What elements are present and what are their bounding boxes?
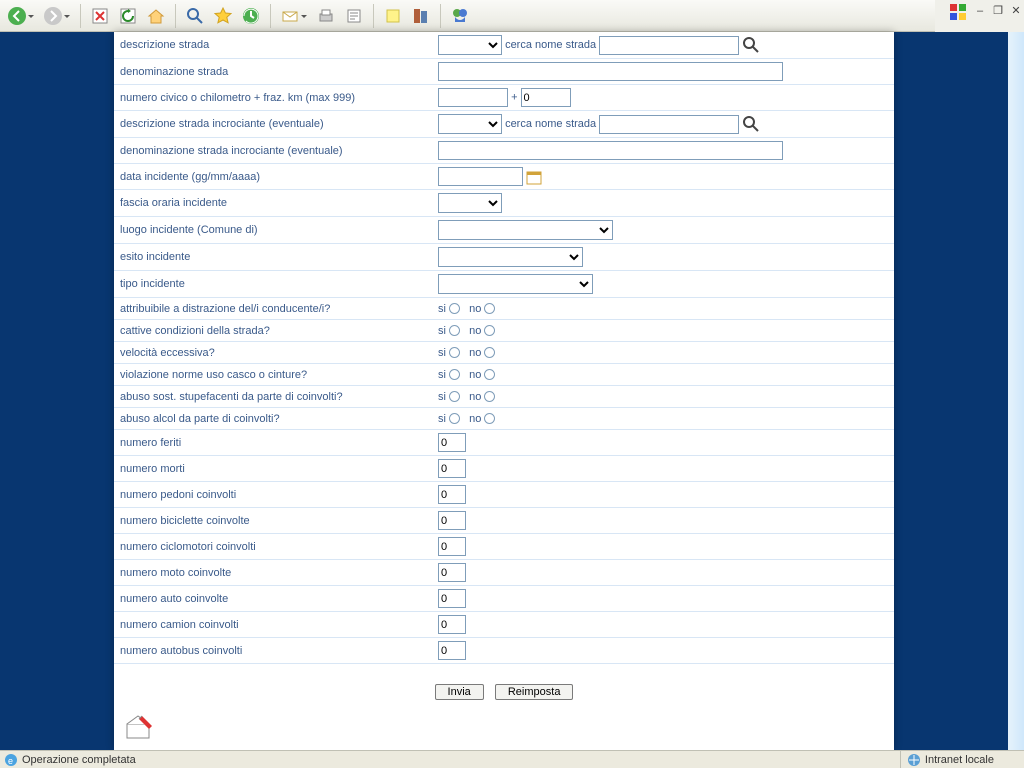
windows-flag-icon (948, 2, 968, 22)
input-n-auto[interactable] (438, 589, 466, 608)
restore-button[interactable]: ❐ (992, 6, 1004, 18)
label-n-morti: numero morti (114, 456, 434, 482)
input-fraz-km[interactable] (521, 88, 571, 107)
input-n-ciclo[interactable] (438, 537, 466, 556)
label-q-stupefacenti: abuso sost. stupefacenti da parte di coi… (114, 386, 434, 408)
content-sheet: descrizione strada cerca nome strada den… (114, 32, 894, 750)
status-bar: e Operazione completata Intranet locale (0, 750, 1024, 768)
input-numero-civico[interactable] (438, 88, 508, 107)
select-luogo-incidente[interactable] (438, 220, 613, 240)
input-n-autobus[interactable] (438, 641, 466, 660)
label-plus: + (511, 92, 520, 104)
note-button[interactable] (380, 3, 406, 29)
vertical-scrollbar[interactable] (1008, 32, 1024, 750)
label-n-moto: numero moto coinvolte (114, 560, 434, 586)
refresh-button[interactable] (115, 3, 141, 29)
page-background: descrizione strada cerca nome strada den… (0, 32, 1008, 750)
label-descr-incrociante: descrizione strada incrociante (eventual… (114, 111, 434, 138)
label-n-feriti: numero feriti (114, 430, 434, 456)
label-denom-incrociante: denominazione strada incrociante (eventu… (114, 138, 434, 164)
label-cerca-nome-strada-1: cerca nome strada (505, 39, 596, 51)
ie-icon: e (4, 753, 18, 767)
label-cerca-nome-strada-2: cerca nome strada (505, 118, 596, 130)
radio-alcol-no[interactable] (484, 413, 495, 424)
label-q-alcol: abuso alcol da parte di coinvolti? (114, 408, 434, 430)
label-n-autobus: numero autobus coinvolti (114, 638, 434, 664)
input-n-camion[interactable] (438, 615, 466, 634)
radio-condizioni-si[interactable] (449, 325, 460, 336)
radio-velocita-si[interactable] (449, 347, 460, 358)
search-icon[interactable] (742, 36, 760, 54)
label-tipo: tipo incidente (114, 271, 434, 298)
favorites-button[interactable] (210, 3, 236, 29)
close-button[interactable]: ✕ (1010, 6, 1022, 18)
radio-distrazione-no[interactable] (484, 303, 495, 314)
button-row: Invia Reimposta (114, 664, 894, 710)
radio-stupefacenti-no[interactable] (484, 391, 495, 402)
edit-button[interactable] (341, 3, 367, 29)
radio-stupefacenti-si[interactable] (449, 391, 460, 402)
search-icon[interactable] (742, 115, 760, 133)
label-esito: esito incidente (114, 244, 434, 271)
search-button[interactable] (182, 3, 208, 29)
label-descrizione-strada: descrizione strada (114, 32, 434, 59)
zone-icon (907, 753, 921, 767)
invia-button[interactable]: Invia (435, 684, 484, 700)
input-n-moto[interactable] (438, 563, 466, 582)
label-q-violazione: violazione norme uso casco o cinture? (114, 364, 434, 386)
label-luogo-incidente: luogo incidente (Comune di) (114, 217, 434, 244)
label-data-incidente: data incidente (gg/mm/aaaa) (114, 164, 434, 190)
calendar-icon[interactable] (526, 169, 542, 185)
incident-form: descrizione strada cerca nome strada den… (114, 32, 894, 664)
select-esito[interactable] (438, 247, 583, 267)
reimposta-button[interactable]: Reimposta (495, 684, 574, 700)
history-button[interactable] (238, 3, 264, 29)
select-tipo[interactable] (438, 274, 593, 294)
label-n-auto: numero auto coinvolte (114, 586, 434, 612)
input-denom-strada[interactable] (438, 62, 783, 81)
svg-text:e: e (8, 756, 13, 766)
input-n-pedoni[interactable] (438, 485, 466, 504)
back-button[interactable] (4, 3, 30, 29)
forward-button[interactable] (40, 3, 66, 29)
print-button[interactable] (313, 3, 339, 29)
label-q-distrazione: attribuibile a distrazione del/i conduce… (114, 298, 434, 320)
label-denom-strada: denominazione strada (114, 59, 434, 85)
input-denom-incrociante[interactable] (438, 141, 783, 160)
radio-velocita-no[interactable] (484, 347, 495, 358)
radio-condizioni-no[interactable] (484, 325, 495, 336)
write-icon[interactable] (122, 712, 158, 742)
input-n-morti[interactable] (438, 459, 466, 478)
research-button[interactable] (408, 3, 434, 29)
label-fascia-oraria: fascia oraria incidente (114, 190, 434, 217)
messenger-button[interactable] (447, 3, 473, 29)
home-button[interactable] (143, 3, 169, 29)
label-n-camion: numero camion coinvolti (114, 612, 434, 638)
label-q-velocita: velocità eccessiva? (114, 342, 434, 364)
radio-alcol-si[interactable] (449, 413, 460, 424)
label-numero-civico: numero civico o chilometro + fraz. km (m… (114, 85, 434, 111)
stop-button[interactable] (87, 3, 113, 29)
input-cerca-nome-strada-1[interactable] (599, 36, 739, 55)
label-n-bici: numero biciclette coinvolte (114, 508, 434, 534)
window-controls: – ❐ ✕ (948, 2, 1022, 22)
radio-violazione-no[interactable] (484, 369, 495, 380)
input-n-feriti[interactable] (438, 433, 466, 452)
radio-violazione-si[interactable] (449, 369, 460, 380)
select-fascia-oraria[interactable] (438, 193, 502, 213)
input-data-incidente[interactable] (438, 167, 523, 186)
select-descr-incrociante[interactable] (438, 114, 502, 134)
label-n-ciclo: numero ciclomotori coinvolti (114, 534, 434, 560)
label-n-pedoni: numero pedoni coinvolti (114, 482, 434, 508)
input-cerca-nome-strada-2[interactable] (599, 115, 739, 134)
radio-distrazione-si[interactable] (449, 303, 460, 314)
select-descrizione-strada[interactable] (438, 35, 502, 55)
label-q-condizioni: cattive condizioni della strada? (114, 320, 434, 342)
input-n-bici[interactable] (438, 511, 466, 530)
browser-toolbar (0, 0, 935, 32)
zone-text: Intranet locale (925, 754, 994, 766)
minimize-button[interactable]: – (974, 6, 986, 18)
mail-button[interactable] (277, 3, 303, 29)
status-text: Operazione completata (22, 754, 136, 766)
